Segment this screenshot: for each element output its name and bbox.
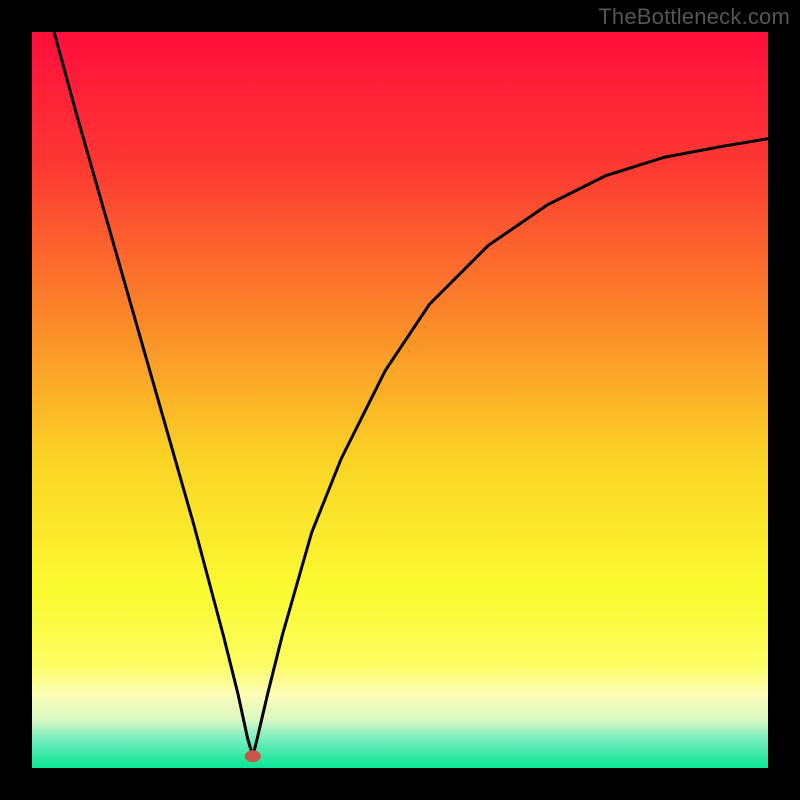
- gradient-background: [32, 32, 768, 768]
- watermark-text: TheBottleneck.com: [598, 4, 790, 30]
- plot-area: [32, 32, 768, 768]
- chart-container: TheBottleneck.com: [0, 0, 800, 800]
- marker-dot: [245, 750, 261, 762]
- chart-svg: [32, 32, 768, 768]
